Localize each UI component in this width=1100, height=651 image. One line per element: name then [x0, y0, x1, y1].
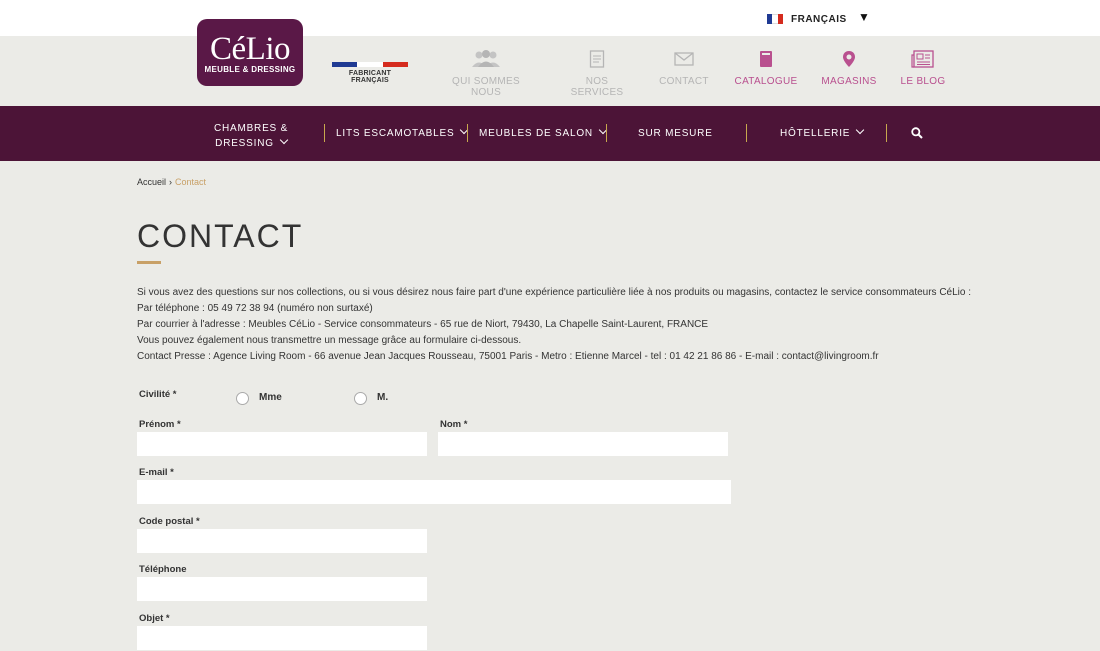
radio-circle[interactable]: [354, 392, 367, 405]
nav-divider: [467, 124, 468, 142]
mainnav-label: LITS ESCAMOTABLES: [336, 128, 455, 139]
french-flag-icon: [767, 13, 783, 24]
intro-form-hint: Vous pouvez également nous transmettre u…: [137, 335, 522, 346]
newspaper-icon: [911, 50, 934, 68]
topnav-label: CATALOGUE: [734, 76, 798, 87]
prenom-input[interactable]: [137, 432, 427, 456]
civilite-label: Civilité *: [139, 389, 177, 400]
map-pin-icon: [843, 51, 855, 67]
mainnav-label: HÔTELLERIE: [780, 128, 851, 139]
fabricant-label: FABRICANT FRANÇAIS: [348, 70, 392, 84]
brand-name: CéLio: [210, 31, 290, 67]
document-icon: [589, 50, 605, 68]
nom-input[interactable]: [438, 432, 728, 456]
telephone-label: Téléphone: [139, 564, 187, 575]
topnav-contact[interactable]: CONTACT: [658, 50, 710, 87]
radio-circle[interactable]: [236, 392, 249, 405]
nav-divider: [886, 124, 887, 142]
envelope-icon: [674, 52, 694, 66]
topnav-nos-services[interactable]: NOS SERVICES: [560, 50, 634, 98]
fabricant-francais-badge: FABRICANT FRANÇAIS: [331, 62, 409, 84]
topnav-label: LE BLOG: [900, 76, 946, 87]
page-title: CONTACT: [137, 218, 304, 254]
telephone-input[interactable]: [137, 577, 427, 601]
code-postal-label: Code postal *: [139, 516, 200, 527]
language-label: FRANÇAIS: [791, 14, 847, 25]
breadcrumb-home-link[interactable]: Accueil: [137, 177, 166, 187]
mainnav-label: SUR MESURE: [638, 128, 713, 139]
title-underline: [137, 261, 161, 264]
radio-m[interactable]: M.: [354, 389, 388, 405]
mainnav-label-line1: CHAMBRES &: [213, 123, 289, 134]
topnav-magasins[interactable]: MAGASINS: [821, 50, 877, 87]
book-icon: [760, 51, 772, 67]
email-label: E-mail *: [139, 467, 174, 478]
code-postal-input[interactable]: [137, 529, 427, 553]
brand-logo[interactable]: CéLio MEUBLE & DRESSING: [197, 19, 303, 86]
people-icon: [472, 50, 500, 67]
breadcrumb-current: Contact: [175, 177, 207, 187]
intro-phone: Par téléphone : 05 49 72 38 94 (numéro n…: [137, 303, 373, 314]
nav-divider: [746, 124, 747, 142]
breadcrumb-separator: ›: [169, 177, 173, 187]
top-bar: [0, 0, 1100, 36]
nom-label: Nom *: [440, 419, 468, 430]
nav-divider: [324, 124, 325, 142]
prenom-label: Prénom *: [139, 419, 181, 430]
topnav-catalogue[interactable]: CATALOGUE: [734, 50, 798, 87]
mainnav-chambres-dressing[interactable]: CHAMBRES & DRESSING: [206, 121, 296, 151]
topnav-label: MAGASINS: [821, 76, 877, 87]
mainnav-label: MEUBLES DE SALON: [479, 128, 593, 139]
topnav-label: CONTACT: [659, 76, 709, 87]
mainnav-sur-mesure[interactable]: SUR MESURE: [638, 128, 713, 139]
objet-label: Objet *: [139, 613, 170, 624]
chevron-down-icon: [856, 125, 865, 135]
nav-divider: [606, 124, 607, 142]
radio-label-mme: Mme: [259, 391, 282, 403]
language-selector[interactable]: FRANÇAIS: [767, 12, 847, 25]
language-dropdown-icon[interactable]: ▼: [858, 10, 870, 24]
intro-address: Par courrier à l'adresse : Meubles CéLio…: [137, 319, 709, 330]
intro-paragraph: Si vous avez des questions sur nos colle…: [137, 287, 972, 298]
mainnav-lits-escamotables[interactable]: LITS ESCAMOTABLES: [336, 125, 469, 139]
topnav-qui-sommes-nous[interactable]: QUI SOMMES NOUS: [437, 50, 535, 98]
radio-mme[interactable]: Mme: [236, 389, 282, 405]
objet-input[interactable]: [137, 626, 427, 650]
brand-tagline: MEUBLE & DRESSING: [204, 65, 296, 74]
mainnav-meubles-de-salon[interactable]: MEUBLES DE SALON: [479, 125, 608, 139]
breadcrumb: Accueil › Contact: [137, 177, 206, 187]
mainnav-hotellerie[interactable]: HÔTELLERIE: [780, 125, 865, 139]
email-input[interactable]: [137, 480, 731, 504]
mainnav-label-line2: DRESSING: [215, 138, 274, 149]
chevron-down-icon: [279, 135, 289, 145]
search-icon[interactable]: [911, 127, 923, 139]
topnav-label: NOS SERVICES: [570, 76, 624, 98]
french-flag-stripe-icon: [332, 62, 408, 67]
radio-label-m: M.: [377, 391, 389, 403]
contact-intro: Si vous avez des questions sur nos colle…: [137, 285, 987, 365]
topnav-label: QUI SOMMES NOUS: [451, 76, 520, 98]
intro-press-contact: Contact Presse : Agence Living Room - 66…: [137, 351, 879, 362]
topnav-le-blog[interactable]: LE BLOG: [900, 50, 946, 87]
